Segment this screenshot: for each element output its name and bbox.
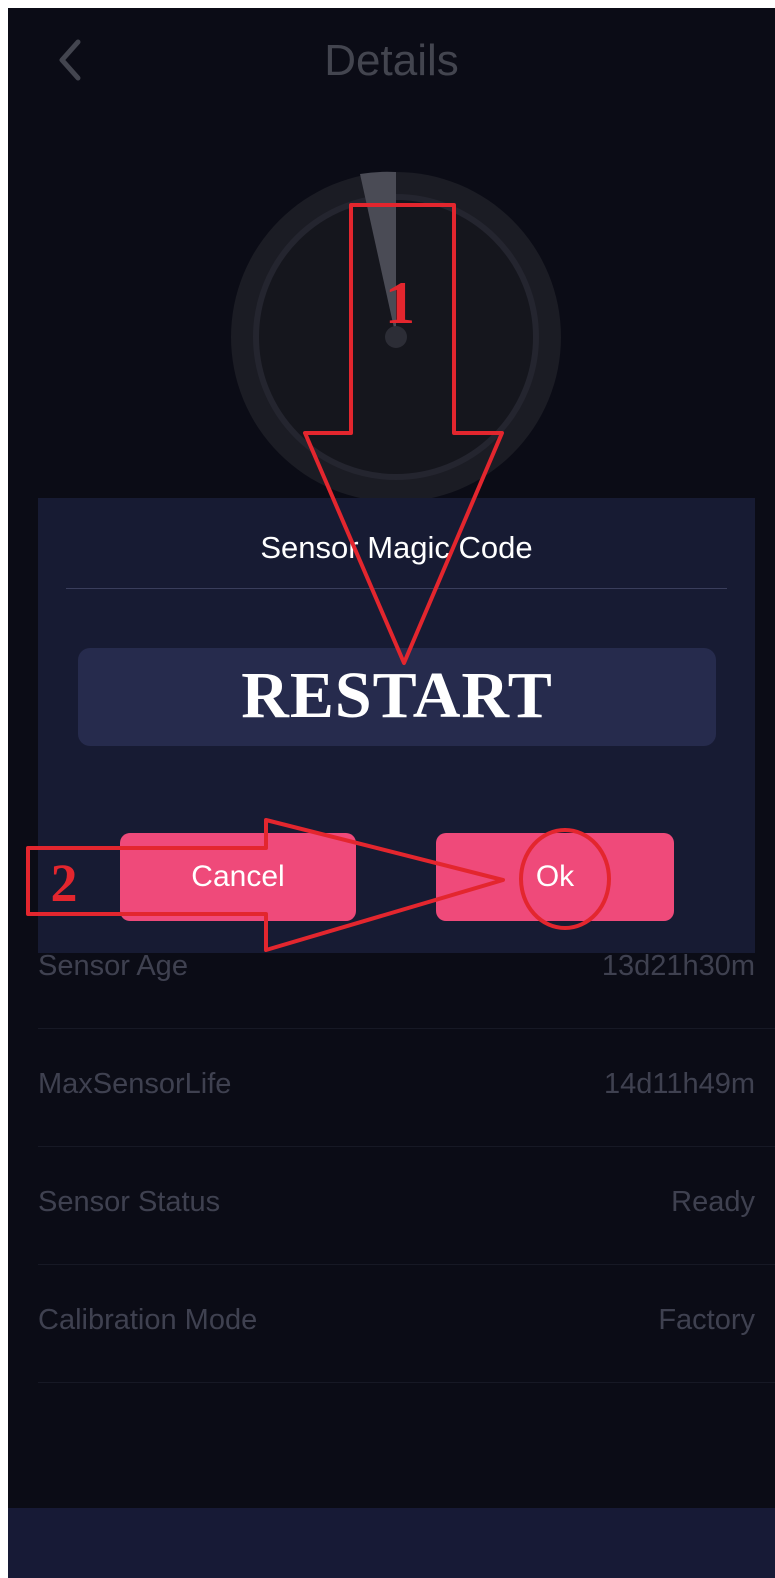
detail-label: Sensor Status bbox=[38, 1186, 221, 1218]
detail-value: 14d11h49m bbox=[603, 1068, 755, 1100]
ok-button[interactable]: Ok bbox=[436, 833, 674, 921]
detail-value: Ready bbox=[671, 1186, 755, 1218]
detail-row-sensor-status: Sensor Status Ready bbox=[38, 1146, 775, 1265]
bottom-bar bbox=[8, 1508, 775, 1578]
dialog-divider bbox=[66, 588, 727, 589]
magic-code-value: RESTART bbox=[241, 659, 553, 732]
dialog-title: Sensor Magic Code bbox=[260, 530, 533, 565]
sensor-dial bbox=[231, 171, 561, 502]
cancel-button[interactable]: Cancel bbox=[120, 833, 356, 921]
detail-label: Calibration Mode bbox=[38, 1304, 258, 1336]
details-screen: Details Sensor Age 13d21h30m MaxSensorLi… bbox=[8, 8, 775, 1578]
detail-row-max-sensor-life: MaxSensorLife 14d11h49m bbox=[38, 1028, 775, 1147]
detail-row-calibration-mode: Calibration Mode Factory bbox=[38, 1264, 775, 1383]
detail-value: 13d21h30m bbox=[601, 950, 755, 982]
magic-code-input[interactable]: RESTART bbox=[78, 648, 716, 746]
app-header: Details bbox=[8, 8, 775, 118]
detail-value: Factory bbox=[658, 1304, 755, 1336]
page-title: Details bbox=[324, 36, 459, 85]
detail-label: MaxSensorLife bbox=[38, 1068, 232, 1100]
detail-label: Sensor Age bbox=[38, 950, 188, 982]
